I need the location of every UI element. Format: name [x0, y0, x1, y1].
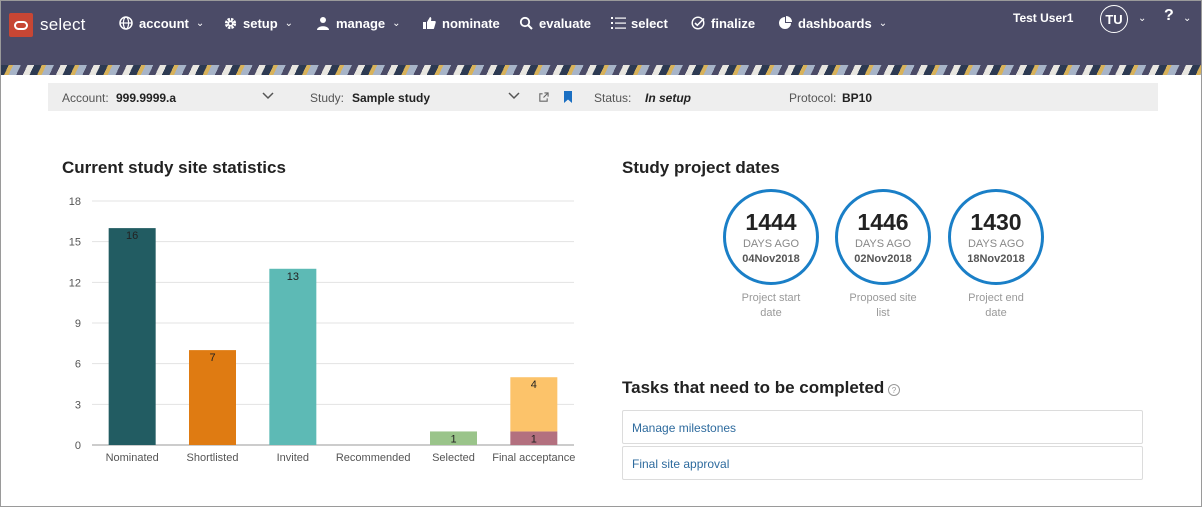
- chevron-down-icon[interactable]: [508, 89, 520, 104]
- nav-nominate[interactable]: nominate: [421, 12, 500, 34]
- status-value: In setup: [645, 91, 692, 105]
- study-label: Study:: [310, 91, 345, 105]
- nav-setup[interactable]: setup ⌄: [222, 12, 293, 34]
- date-card-end: 1430 DAYS AGO 18Nov2018 Project end date: [948, 189, 1044, 321]
- oracle-logo-icon: [9, 13, 33, 37]
- bar-value-label: 13: [287, 271, 299, 283]
- help-icon[interactable]: ?: [888, 384, 900, 396]
- y-tick-label: 12: [69, 277, 81, 289]
- task-final-site-approval[interactable]: Final site approval: [622, 446, 1143, 480]
- x-tick-label: Recommended: [336, 452, 411, 464]
- days-unit: DAYS AGO: [854, 238, 912, 250]
- days-unit: DAYS AGO: [967, 238, 1025, 250]
- date-caption: Project start date: [741, 292, 801, 319]
- user-name[interactable]: Test User1: [1013, 11, 1073, 25]
- y-tick-label: 3: [75, 399, 81, 411]
- nav-dashboards[interactable]: dashboards ⌄: [777, 12, 887, 34]
- x-tick-label: Nominated: [106, 452, 159, 464]
- date-caption: Project end date: [968, 292, 1024, 319]
- chevron-down-icon[interactable]: [262, 89, 274, 104]
- decorative-banner: [1, 65, 1201, 75]
- bar-value-label: 4: [531, 379, 537, 391]
- top-navigation-bar: select account ⌄ setup ⌄ manage ⌄ nomina…: [1, 1, 1201, 65]
- chevron-down-icon: ⌄: [195, 17, 205, 29]
- chevron-down-icon: ⌄: [284, 17, 294, 29]
- date-value: 04Nov2018: [742, 253, 800, 265]
- help-button[interactable]: ?: [1164, 7, 1174, 25]
- gear-icon: [222, 15, 238, 31]
- x-tick-label: Selected: [432, 452, 475, 464]
- y-tick-label: 15: [69, 237, 81, 249]
- pie-chart-icon: [777, 15, 793, 31]
- nav-account[interactable]: account ⌄: [118, 12, 204, 34]
- chevron-down-icon: ⌄: [878, 17, 888, 29]
- date-value: 18Nov2018: [967, 253, 1025, 265]
- chevron-down-icon[interactable]: ⌄: [1183, 13, 1191, 24]
- thumbs-up-icon: [421, 15, 437, 31]
- date-card-start: 1444 DAYS AGO 04Nov2018 Project start da…: [723, 189, 819, 321]
- stats-title: Current study site statistics: [62, 158, 286, 177]
- protocol-value: BP10: [842, 91, 873, 105]
- date-caption: Proposed site list: [849, 292, 917, 319]
- x-tick-label: Final acceptance: [492, 452, 575, 464]
- date-circle: 1430 DAYS AGO 18Nov2018: [948, 189, 1044, 285]
- bookmark-icon[interactable]: [561, 90, 575, 104]
- date-circle: 1446 DAYS AGO 02Nov2018: [835, 189, 931, 285]
- app-logo[interactable]: select: [9, 11, 86, 39]
- user-avatar[interactable]: TU: [1100, 5, 1128, 33]
- date-value: 02Nov2018: [854, 253, 912, 265]
- bar: [189, 350, 236, 445]
- account-selector[interactable]: 999.9999.a: [116, 91, 176, 105]
- study-selector[interactable]: Sample study: [352, 91, 430, 105]
- nav-finalize[interactable]: finalize: [690, 12, 755, 34]
- days-count: 1446: [857, 209, 909, 235]
- list-icon: [610, 15, 626, 31]
- protocol-label: Protocol:: [789, 91, 837, 105]
- date-circle: 1444 DAYS AGO 04Nov2018: [723, 189, 819, 285]
- date-card-proposed: 1446 DAYS AGO 02Nov2018 Proposed site li…: [835, 189, 931, 321]
- x-tick-label: Shortlisted: [187, 452, 239, 464]
- y-tick-label: 18: [69, 196, 81, 208]
- days-unit: DAYS AGO: [742, 238, 800, 250]
- bar-chart-svg: 0 3 6 9 12 15 18 16 Nominated 7 Shortlisted 13 Invit…: [69, 196, 576, 464]
- bar: [269, 268, 317, 445]
- globe-icon: [118, 15, 134, 31]
- nav-evaluate[interactable]: evaluate: [518, 12, 591, 34]
- bar-value-label: 1: [450, 433, 456, 445]
- tasks-title: Tasks that need to be completed: [622, 378, 885, 397]
- y-tick-label: 0: [75, 440, 81, 452]
- study-context-bar: Account: 999.9999.a Study: Sample study …: [48, 83, 1158, 111]
- status-label: Status:: [594, 91, 632, 105]
- days-count: 1444: [745, 209, 797, 235]
- days-count: 1430: [970, 209, 1022, 235]
- bar-value-label: 7: [209, 352, 215, 364]
- account-label: Account:: [62, 91, 109, 105]
- app-name: select: [40, 15, 86, 34]
- task-manage-milestones[interactable]: Manage milestones: [622, 410, 1143, 444]
- bar-value-label: 16: [126, 230, 138, 242]
- chevron-down-icon[interactable]: ⌄: [1138, 13, 1146, 24]
- y-tick-label: 9: [75, 318, 81, 330]
- bar: [108, 228, 156, 445]
- chevron-down-icon: ⌄: [392, 17, 401, 29]
- nav-select[interactable]: select: [610, 12, 668, 34]
- dates-title: Study project dates: [622, 158, 780, 177]
- nav-manage[interactable]: manage ⌄: [315, 12, 401, 34]
- y-tick-label: 6: [75, 359, 81, 371]
- check-circle-icon: [690, 15, 706, 31]
- bar-value-label: 1: [531, 433, 537, 445]
- open-external-icon[interactable]: [536, 90, 550, 104]
- user-icon: [315, 15, 331, 31]
- site-statistics-chart: 0 3 6 9 12 15 18 16 Nominated 7 Shortlisted 13 Invit…: [59, 193, 579, 471]
- search-icon: [518, 15, 534, 31]
- x-tick-label: Invited: [277, 452, 309, 464]
